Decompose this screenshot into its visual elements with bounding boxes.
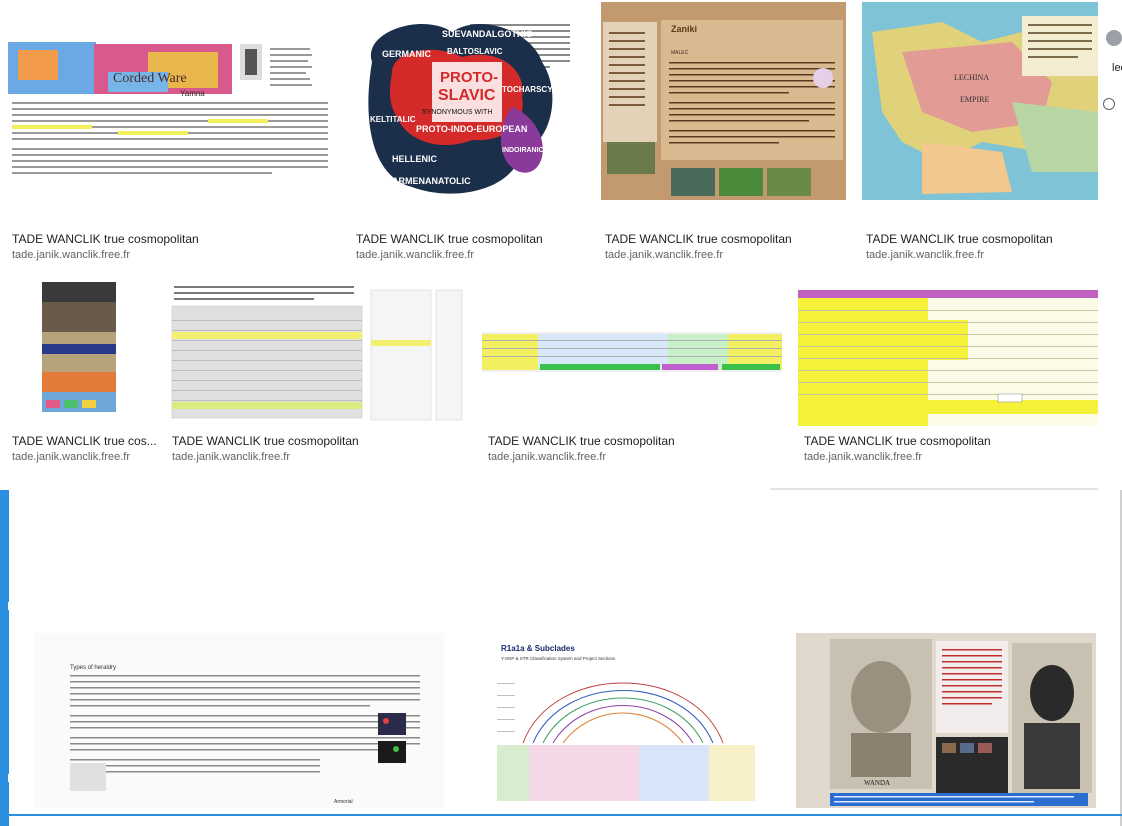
diagram-word: TOCHARSCYTHIC (502, 85, 571, 94)
result-site[interactable]: tade.janik.wanclik.free.fr (12, 249, 130, 261)
map-label: LECHINA (954, 73, 989, 82)
diagram-word: SYNONYMOUS WITH (422, 109, 492, 116)
thumbnail-image[interactable] (798, 290, 1098, 426)
result-title[interactable]: TADE WANCLIK true cosmopolitan (172, 434, 359, 448)
result-title[interactable]: TADE WANCLIK true cosmopolitan (356, 232, 543, 246)
thumbnail-historical-map: LECHINA EMPIRE (862, 2, 1098, 200)
diagram-word: PROTO- (440, 69, 498, 86)
diagram-title: R1a1a & Subclades (501, 644, 575, 653)
scroll-marker (8, 602, 11, 610)
diagram-subtitle: Y-SNP & STR Classification System and Pr… (501, 656, 616, 661)
thumbnail-image[interactable] (166, 280, 466, 426)
thumbnail-image[interactable]: Corded Ware Yamna (8, 2, 334, 222)
diagram-word: SUEVANDALGOTHIC (442, 29, 533, 39)
article-heading: Types of heraldry (70, 665, 116, 671)
thumbnail-portraits: WANDA (796, 633, 1096, 808)
frame-border-bottom (0, 814, 1122, 816)
result-site[interactable]: tade.janik.wanclik.free.fr (488, 451, 606, 463)
thumbnail-yellow-spreadsheet (798, 290, 1098, 426)
thumbnail-word-diagram: PROTO- SLAVIC SYNONYMOUS WITH GERMANIC S… (368, 23, 571, 194)
result-card[interactable]: LECHINA EMPIRE TADE WANCLIK true cosmopo… (862, 0, 1098, 265)
thumbnail-image[interactable]: PROTO- SLAVIC SYNONYMOUS WITH GERMANIC S… (352, 2, 582, 222)
portrait-caption: WANDA (864, 779, 890, 787)
result-card[interactable]: TADE WANCLIK true cosmopolitan tade.jani… (798, 280, 1098, 470)
thumbnail-image[interactable]: LECHINA EMPIRE (862, 2, 1098, 200)
avatar[interactable] (1106, 30, 1122, 46)
result-card[interactable]: Corded Ware Yamna TADE WANCLIK true cosm… (8, 0, 334, 265)
side-panel: lec (1100, 0, 1122, 140)
result-title[interactable]: TADE WANCLIK true cosmopolitan (804, 434, 991, 448)
diagram-word: GERMANIC (382, 49, 431, 59)
thumbnail-image[interactable] (482, 280, 782, 426)
result-title[interactable]: TADE WANCLIK true cosmopolitan (12, 232, 199, 246)
diagram-word: SLAVIC (438, 87, 496, 104)
map-label: Corded Ware (113, 71, 187, 86)
side-panel-text: lec (1112, 62, 1122, 74)
thumbnail-website-page: Zaniki MALEC (601, 2, 846, 200)
diagram-word: ARMENANATOLIC (392, 176, 471, 186)
thumbnail-map-page: Corded Ware Yamna (8, 42, 328, 174)
result-site[interactable]: tade.janik.wanclik.free.fr (172, 451, 290, 463)
map-label: Yamna (180, 89, 205, 98)
site-header: Zaniki (671, 24, 697, 34)
thumbnail-image[interactable]: WANDA (796, 633, 1096, 808)
diagram-word: HELLENIC (392, 154, 438, 164)
result-card[interactable]: PROTO- SLAVIC SYNONYMOUS WITH GERMANIC S… (352, 0, 582, 265)
diagram-word: BALTOSLAVIC (447, 47, 503, 56)
thumbnail-image[interactable]: Types of heraldry Armorial (34, 633, 444, 808)
result-title[interactable]: TADE WANCLIK true cosmopolitan (605, 232, 792, 246)
result-site[interactable]: tade.janik.wanclik.free.fr (804, 451, 922, 463)
result-site[interactable]: tade.janik.wanclik.free.fr (866, 249, 984, 261)
thumbnail-tree-diagram: R1a1a & Subclades Y-SNP & STR Classifica… (497, 644, 755, 801)
result-title[interactable]: TADE WANCLIK true cosmopolitan (488, 434, 675, 448)
result-card[interactable]: TADE WANCLIK true cosmopolitan tade.jani… (166, 280, 466, 470)
result-card[interactable]: TADE WANCLIK true cosmopolitan tade.jani… (482, 280, 782, 470)
thumbnail-image[interactable] (8, 280, 152, 426)
diagram-word: PROTO-INDO-EUROPEAN (416, 124, 527, 134)
lower-results-panel: Types of heraldry Armorial R1a1a & Subcl… (0, 490, 1122, 826)
map-label: EMPIRE (960, 95, 989, 104)
result-title[interactable]: TADE WANCLIK true cosmopolitan (866, 232, 1053, 246)
thumbnail-article: Types of heraldry Armorial (70, 665, 420, 805)
site-heading: MALEC (671, 50, 689, 56)
diagram-word: KELTITALIC (370, 115, 416, 124)
thumbnail-image[interactable]: Zaniki MALEC (601, 2, 846, 200)
result-title[interactable]: TADE WANCLIK true cos... (12, 434, 157, 448)
result-site[interactable]: tade.janik.wanclik.free.fr (12, 451, 130, 463)
article-caption: Armorial (334, 799, 353, 805)
diagram-word: INDOIRANIC (502, 147, 544, 154)
thumbnail-data-table (171, 286, 463, 421)
scroll-marker (8, 774, 11, 782)
thumbnail-collage (42, 282, 116, 412)
thumbnail-spreadsheet (482, 332, 782, 372)
result-site[interactable]: tade.janik.wanclik.free.fr (605, 249, 723, 261)
result-site[interactable]: tade.janik.wanclik.free.fr (356, 249, 474, 261)
result-card[interactable]: TADE WANCLIK true cos... tade.janik.wanc… (8, 280, 157, 470)
info-icon[interactable] (1103, 98, 1115, 110)
thumbnail-image[interactable]: R1a1a & Subclades Y-SNP & STR Classifica… (463, 633, 778, 813)
result-card[interactable]: Zaniki MALEC TADE WANCLIK true cosmopoli… (601, 0, 846, 265)
